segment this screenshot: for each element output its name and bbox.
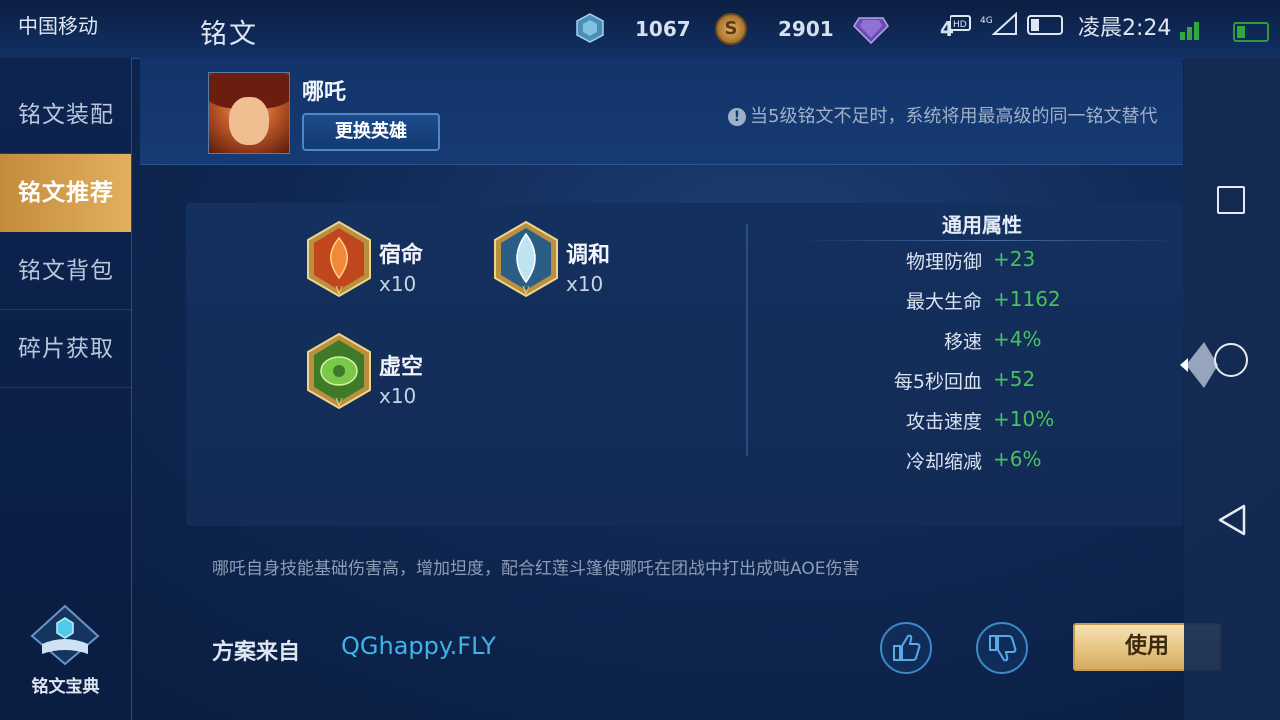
rune-count: x10 bbox=[379, 272, 417, 296]
info-icon: ! bbox=[728, 108, 746, 126]
attribute-name: 物理防御 bbox=[905, 251, 982, 273]
attribute-name: 冷却缩减 bbox=[905, 451, 982, 473]
harmony-rune-icon[interactable]: V bbox=[492, 220, 560, 298]
svg-text:V: V bbox=[334, 286, 343, 297]
attribute-row: 冷却缩减 +6% bbox=[780, 447, 1180, 487]
rune-count: x10 bbox=[566, 272, 604, 296]
void-rune-icon[interactable]: V bbox=[305, 332, 373, 410]
attribute-name: 移速 bbox=[943, 331, 982, 353]
rune-codex-book-icon[interactable] bbox=[28, 604, 102, 666]
diamond-currency-icon bbox=[576, 13, 604, 43]
svg-text:HD: HD bbox=[953, 20, 967, 30]
like-button[interactable] bbox=[880, 622, 932, 674]
attribute-row: 每5秒回血 +52 bbox=[780, 367, 1180, 407]
attribute-row: 移速 +4% bbox=[780, 327, 1180, 367]
rune-name: 调和 bbox=[566, 243, 611, 268]
signal-strength-icon bbox=[1180, 22, 1199, 40]
gold-count: 2901 bbox=[778, 17, 834, 41]
notice-text: ! 当5级铭文不足时，系统将用最高级的同一铭文替代 bbox=[728, 102, 1157, 128]
attribute-name: 攻击速度 bbox=[905, 411, 982, 433]
recent-apps-icon[interactable] bbox=[1217, 186, 1245, 214]
panel-divider bbox=[746, 224, 748, 456]
sidebar-item-rune-recommend[interactable]: 铭文推荐 bbox=[0, 154, 131, 232]
rune-name: 虚空 bbox=[379, 355, 424, 380]
sidebar-item-rune-bag[interactable]: 铭文背包 bbox=[0, 232, 131, 310]
fate-rune-icon[interactable]: V bbox=[305, 220, 373, 298]
dislike-button[interactable] bbox=[976, 622, 1028, 674]
attributes-title: 通用属性 bbox=[942, 213, 1022, 237]
source-author-link[interactable]: QGhappy.FLY bbox=[341, 632, 496, 660]
battery-icon bbox=[1233, 22, 1269, 42]
gold-coin-icon: S bbox=[715, 13, 747, 45]
attribute-name: 每5秒回血 bbox=[893, 371, 982, 393]
change-hero-button[interactable]: 更换英雄 bbox=[302, 113, 440, 151]
gem-currency-icon bbox=[853, 17, 889, 44]
carrier-name: 中国移动 bbox=[18, 14, 98, 38]
attributes-title-underline bbox=[800, 240, 1183, 241]
attribute-value: +52 bbox=[993, 367, 1036, 391]
notice-message: 当5级铭文不足时，系统将用最高级的同一铭文替代 bbox=[750, 106, 1158, 127]
status-indicators-icon: HD 4G bbox=[950, 11, 1063, 35]
svg-text:4G: 4G bbox=[980, 16, 993, 26]
sidebar-item-fragment-source[interactable]: 碎片获取 bbox=[0, 310, 131, 388]
home-icon[interactable] bbox=[1214, 343, 1248, 377]
thumbs-down-icon bbox=[989, 635, 1017, 662]
page-title: 铭文 bbox=[200, 19, 258, 50]
sidebar-item-rune-equip[interactable]: 铭文装配 bbox=[0, 76, 131, 154]
attribute-row: 最大生命 +1162 bbox=[780, 287, 1180, 327]
attribute-value: +1162 bbox=[993, 287, 1061, 311]
clock-time: 凌晨2:24 bbox=[1078, 16, 1172, 41]
rune-name: 宿命 bbox=[379, 243, 424, 268]
back-icon[interactable] bbox=[1216, 503, 1248, 537]
hero-name: 哪吒 bbox=[302, 80, 347, 105]
svg-text:V: V bbox=[521, 286, 530, 297]
recommend-description: 哪吒自身技能基础伤害高，增加坦度，配合红莲斗篷使哪吒在团战中打出成吨AOE伤害 bbox=[212, 559, 860, 579]
attribute-value: +23 bbox=[993, 247, 1036, 271]
rune-count: x10 bbox=[379, 384, 417, 408]
attribute-name: 最大生命 bbox=[905, 291, 982, 313]
source-label: 方案来自 bbox=[212, 640, 301, 665]
attribute-value: +4% bbox=[993, 327, 1042, 351]
attribute-value: +6% bbox=[993, 447, 1042, 471]
hero-avatar bbox=[208, 72, 290, 154]
diamond-count: 1067 bbox=[635, 17, 691, 41]
thumbs-up-icon bbox=[893, 634, 921, 661]
attribute-row: 物理防御 +23 bbox=[780, 247, 1180, 287]
attribute-value: +10% bbox=[993, 407, 1055, 431]
svg-text:V: V bbox=[334, 398, 343, 409]
attribute-row: 攻击速度 +10% bbox=[780, 407, 1180, 447]
rune-codex-label[interactable]: 铭文宝典 bbox=[0, 672, 131, 697]
